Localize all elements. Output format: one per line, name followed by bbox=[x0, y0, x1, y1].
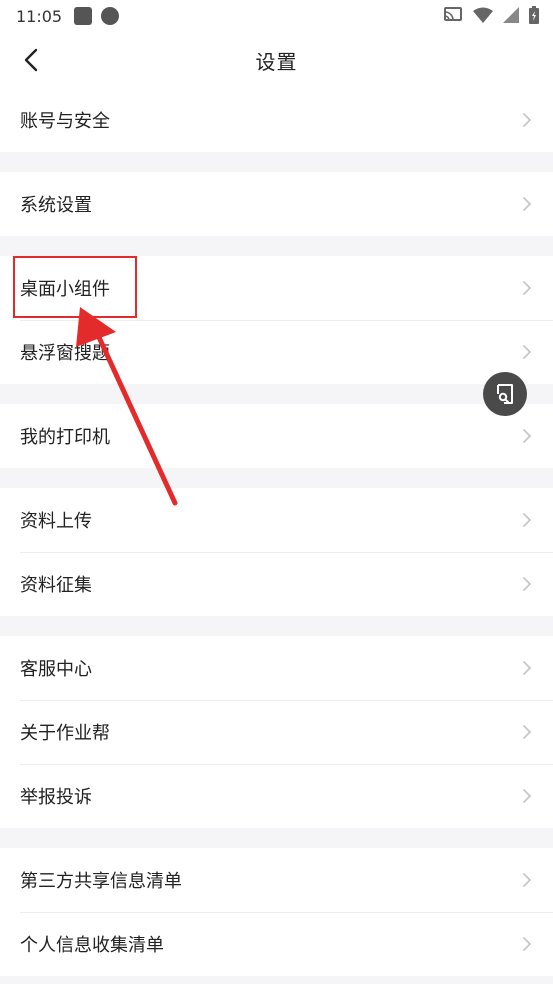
chevron-right-icon bbox=[523, 513, 532, 527]
chevron-right-icon bbox=[523, 197, 532, 211]
settings-row-label: 系统设置 bbox=[20, 195, 92, 216]
chevron-right-icon bbox=[523, 281, 532, 295]
settings-group: 客服中心关于作业帮举报投诉 bbox=[0, 636, 553, 828]
settings-group: 资料上传 资料征集 bbox=[0, 488, 553, 616]
chevron-right-icon bbox=[523, 345, 532, 359]
settings-row[interactable]: 举报投诉 bbox=[0, 764, 553, 828]
settings-row[interactable]: 关于作业帮 bbox=[0, 700, 553, 764]
settings-group: 账号与安全 bbox=[0, 88, 553, 152]
notification-square-icon bbox=[74, 7, 93, 25]
settings-row[interactable]: 个人信息收集清单 bbox=[0, 912, 553, 976]
settings-row-label: 客服中心 bbox=[20, 659, 92, 680]
settings-list: 账号与安全系统设置桌面小组件悬浮窗搜题我的打印机资料上传资料征集客服中心关于作业… bbox=[0, 88, 553, 976]
chevron-right-icon bbox=[523, 789, 532, 803]
settings-row-label: 个人信息收集清单 bbox=[20, 935, 164, 956]
settings-row-label: 第三方共享信息清单 bbox=[20, 871, 182, 892]
chevron-right-icon bbox=[523, 113, 532, 127]
settings-row-label: 桌面小组件 bbox=[20, 279, 110, 300]
settings-row-label: 举报投诉 bbox=[20, 787, 92, 808]
settings-group: 第三方共享信息清单 个人信息收集清单 bbox=[0, 848, 553, 976]
signal-icon bbox=[503, 7, 519, 23]
chevron-right-icon bbox=[523, 937, 532, 951]
status-icons bbox=[443, 6, 539, 24]
chevron-right-icon bbox=[523, 429, 532, 443]
group-divider bbox=[0, 152, 553, 172]
settings-row[interactable]: 资料上传 bbox=[0, 488, 553, 552]
nav-bar: 设置 bbox=[0, 32, 553, 88]
search-page-icon bbox=[497, 384, 513, 404]
cast-icon bbox=[444, 7, 462, 21]
group-divider bbox=[0, 616, 553, 636]
status-bar: 11:05 bbox=[0, 0, 553, 32]
status-time: 11:05 bbox=[16, 6, 63, 26]
group-divider bbox=[0, 468, 553, 488]
group-divider bbox=[0, 384, 553, 404]
chevron-right-icon bbox=[523, 873, 532, 887]
group-divider bbox=[0, 828, 553, 848]
settings-row[interactable]: 我的打印机 bbox=[0, 404, 553, 468]
wifi-icon bbox=[473, 7, 493, 23]
settings-row[interactable]: 第三方共享信息清单 bbox=[0, 848, 553, 912]
notification-circle-icon bbox=[101, 7, 120, 25]
chevron-right-icon bbox=[523, 661, 532, 675]
settings-group: 桌面小组件悬浮窗搜题 bbox=[0, 256, 553, 384]
page-title: 设置 bbox=[255, 49, 298, 74]
settings-row-label: 关于作业帮 bbox=[20, 723, 110, 744]
settings-row[interactable]: 账号与安全 bbox=[0, 88, 553, 152]
settings-row-label: 资料征集 bbox=[20, 575, 92, 596]
chevron-right-icon bbox=[523, 725, 532, 739]
floating-search-button[interactable] bbox=[483, 372, 527, 416]
settings-row-label: 账号与安全 bbox=[20, 111, 110, 132]
battery-icon bbox=[529, 6, 539, 24]
settings-row[interactable]: 桌面小组件 bbox=[0, 256, 553, 320]
settings-row-label: 我的打印机 bbox=[20, 427, 110, 448]
settings-row[interactable]: 资料征集 bbox=[0, 552, 553, 616]
back-arrow-icon[interactable] bbox=[18, 46, 46, 74]
settings-row[interactable]: 系统设置 bbox=[0, 172, 553, 236]
settings-group: 我的打印机 bbox=[0, 404, 553, 468]
settings-row[interactable]: 悬浮窗搜题 bbox=[0, 320, 553, 384]
settings-row-label: 悬浮窗搜题 bbox=[20, 343, 110, 364]
settings-group: 系统设置 bbox=[0, 172, 553, 236]
settings-row-label: 资料上传 bbox=[20, 511, 92, 532]
settings-row[interactable]: 客服中心 bbox=[0, 636, 553, 700]
chevron-right-icon bbox=[523, 577, 532, 591]
group-divider bbox=[0, 236, 553, 256]
